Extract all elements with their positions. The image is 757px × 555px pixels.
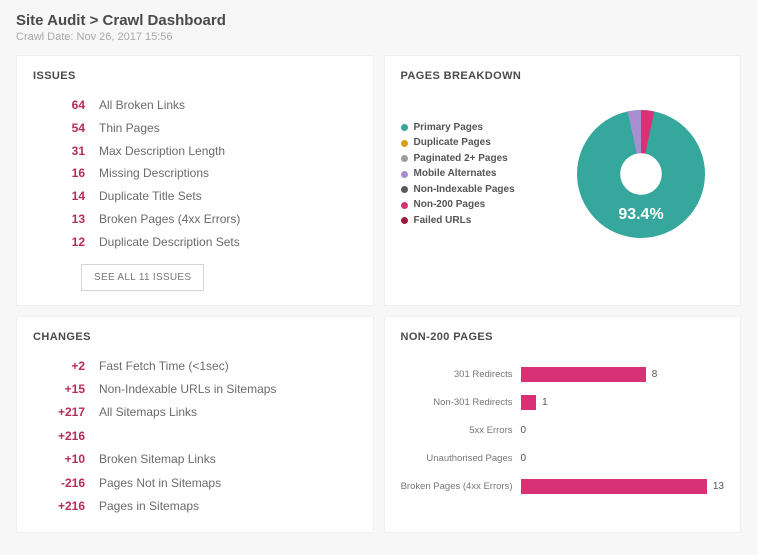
legend-dot-icon — [401, 202, 408, 209]
issue-label: Missing Descriptions — [99, 162, 209, 185]
issues-row[interactable]: 16 Missing Descriptions — [59, 162, 357, 185]
non200-bar-chart: 301 Redirects 8 Non-301 Redirects 1 5xx … — [401, 355, 725, 501]
legend-label: Non-Indexable Pages — [414, 182, 515, 198]
issue-count: 16 — [59, 162, 85, 185]
change-label: All Sitemaps Links — [99, 401, 197, 424]
change-count: +15 — [51, 378, 85, 401]
changes-card: CHANGES +2 Fast Fetch Time (<1sec) +15 Non… — [16, 316, 374, 534]
bar-value: 0 — [521, 425, 527, 436]
issues-row[interactable]: 54 Thin Pages — [59, 117, 357, 140]
issues-row[interactable]: 64 All Broken Links — [59, 94, 357, 117]
bar-fill[interactable] — [521, 479, 707, 494]
legend-label: Duplicate Pages — [414, 135, 491, 151]
bar-value: 0 — [521, 453, 527, 464]
changes-row[interactable]: +15 Non-Indexable URLs in Sitemaps — [51, 378, 357, 401]
legend-item[interactable]: Non-Indexable Pages — [401, 182, 551, 198]
changes-title: CHANGES — [33, 331, 357, 343]
legend-item[interactable]: Duplicate Pages — [401, 135, 551, 151]
bar-value: 13 — [713, 481, 724, 492]
issue-count: 12 — [59, 231, 85, 254]
change-count: +2 — [51, 355, 85, 378]
bar-value: 8 — [652, 369, 658, 380]
issue-count: 13 — [59, 208, 85, 231]
non200-title: NON-200 PAGES — [401, 331, 725, 343]
change-count: +216 — [51, 495, 85, 518]
bar-fill[interactable] — [521, 395, 537, 410]
legend-label: Mobile Alternates — [414, 166, 497, 182]
change-count: +10 — [51, 448, 85, 471]
pie-chart: 93.4% — [559, 94, 725, 254]
bar-category: 301 Redirects — [401, 369, 521, 380]
issue-label: Max Description Length — [99, 140, 225, 163]
legend-dot-icon — [401, 186, 408, 193]
issue-count: 31 — [59, 140, 85, 163]
legend-label: Primary Pages — [414, 120, 484, 136]
legend-item[interactable]: Mobile Alternates — [401, 166, 551, 182]
changes-row[interactable]: +10 Broken Sitemap Links — [51, 448, 357, 471]
bar-category: 5xx Errors — [401, 425, 521, 436]
bar-category: Unauthorised Pages — [401, 453, 521, 464]
change-count: -216 — [51, 472, 85, 495]
crawl-date: Crawl Date: Nov 26, 2017 15:56 — [16, 31, 741, 43]
legend-dot-icon — [401, 217, 408, 224]
change-count: +216 — [51, 425, 85, 448]
issues-list: 64 All Broken Links 54 Thin Pages 31 Max De… — [33, 94, 357, 254]
pages-breakdown-card: PAGES BREAKDOWN Primary Pages Duplicate … — [384, 55, 742, 306]
legend-item[interactable]: Failed URLs — [401, 213, 551, 229]
changes-row[interactable]: -216 Pages Not in Sitemaps — [51, 472, 357, 495]
issue-label: All Broken Links — [99, 94, 185, 117]
pie-center-label: 93.4% — [619, 206, 664, 223]
change-label: Pages Not in Sitemaps — [99, 472, 221, 495]
bar-fill[interactable] — [521, 367, 646, 382]
issue-label: Duplicate Description Sets — [99, 231, 240, 254]
pie-hole — [620, 153, 662, 195]
issue-count: 54 — [59, 117, 85, 140]
issue-label: Thin Pages — [99, 117, 160, 140]
issue-label: Duplicate Title Sets — [99, 185, 202, 208]
change-label: Pages in Sitemaps — [99, 495, 199, 518]
bar-row: Broken Pages (4xx Errors) 13 — [401, 473, 725, 501]
bar-category: Non-301 Redirects — [401, 397, 521, 408]
legend-label: Non-200 Pages — [414, 197, 486, 213]
change-label: Fast Fetch Time (<1sec) — [99, 355, 229, 378]
pages-breakdown-title: PAGES BREAKDOWN — [401, 70, 725, 82]
issue-count: 64 — [59, 94, 85, 117]
changes-row[interactable]: +216 Pages in Sitemaps — [51, 495, 357, 518]
changes-row[interactable]: +2 Fast Fetch Time (<1sec) — [51, 355, 357, 378]
see-all-issues-button[interactable]: SEE ALL 11 ISSUES — [81, 264, 204, 291]
issue-count: 14 — [59, 185, 85, 208]
legend-dot-icon — [401, 140, 408, 147]
changes-row[interactable]: +216 — [51, 425, 357, 448]
bar-row: Non-301 Redirects 1 — [401, 389, 725, 417]
bar-value: 1 — [542, 397, 548, 408]
issues-card: ISSUES 64 All Broken Links 54 Thin Pages 3… — [16, 55, 374, 306]
changes-row[interactable]: +217 All Sitemaps Links — [51, 401, 357, 424]
page-title: Site Audit > Crawl Dashboard — [16, 12, 741, 29]
legend-label: Failed URLs — [414, 213, 472, 229]
issues-row[interactable]: 13 Broken Pages (4xx Errors) — [59, 208, 357, 231]
issues-title: ISSUES — [33, 70, 357, 82]
legend-item[interactable]: Non-200 Pages — [401, 197, 551, 213]
changes-list: +2 Fast Fetch Time (<1sec) +15 Non-Indexab… — [33, 355, 357, 519]
bar-row: 5xx Errors 0 — [401, 417, 725, 445]
change-label: Non-Indexable URLs in Sitemaps — [99, 378, 276, 401]
change-count: +217 — [51, 401, 85, 424]
bar-category: Broken Pages (4xx Errors) — [401, 481, 521, 492]
legend-dot-icon — [401, 124, 408, 131]
legend-dot-icon — [401, 171, 408, 178]
issues-row[interactable]: 31 Max Description Length — [59, 140, 357, 163]
bar-row: 301 Redirects 8 — [401, 361, 725, 389]
legend-dot-icon — [401, 155, 408, 162]
bar-row: Unauthorised Pages 0 — [401, 445, 725, 473]
legend-label: Paginated 2+ Pages — [414, 151, 508, 167]
non200-card: NON-200 PAGES 301 Redirects 8 Non-301 Re… — [384, 316, 742, 534]
issues-row[interactable]: 12 Duplicate Description Sets — [59, 231, 357, 254]
issue-label: Broken Pages (4xx Errors) — [99, 208, 240, 231]
change-label: Broken Sitemap Links — [99, 448, 216, 471]
issues-row[interactable]: 14 Duplicate Title Sets — [59, 185, 357, 208]
legend-item[interactable]: Paginated 2+ Pages — [401, 151, 551, 167]
breakdown-legend: Primary Pages Duplicate Pages Paginated … — [401, 120, 551, 229]
legend-item[interactable]: Primary Pages — [401, 120, 551, 136]
